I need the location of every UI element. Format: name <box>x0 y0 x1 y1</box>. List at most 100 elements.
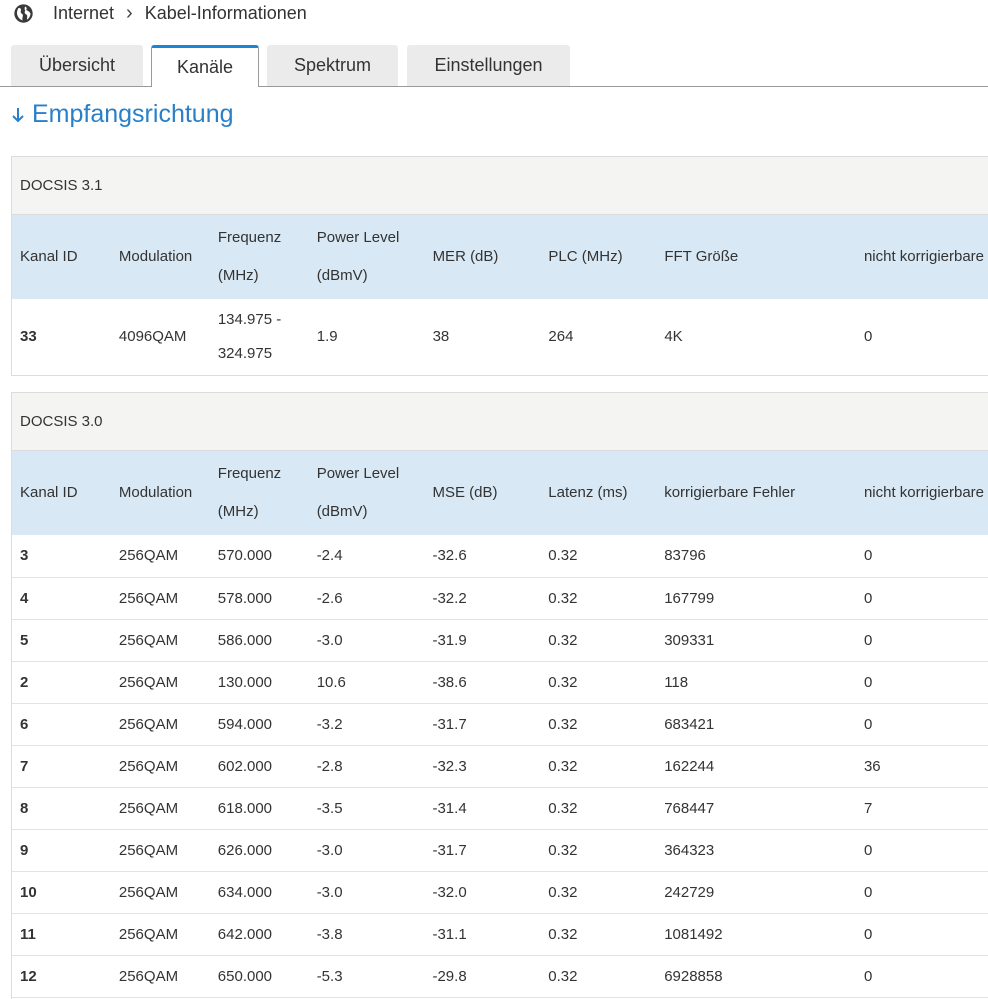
cell-modulation: 256QAM <box>110 871 210 914</box>
section-title: Empfangsrichtung <box>32 100 234 128</box>
cell-korrigierbar: 162244 <box>656 745 856 788</box>
tab-einstellungen[interactable]: Einstellungen <box>407 45 570 86</box>
column-header: MER (dB) <box>424 215 541 299</box>
cell-modulation: 4096QAM <box>110 299 210 375</box>
docsis31-table: Kanal ID Modulation Frequenz (MHz) Power… <box>12 215 988 375</box>
cell-nicht-korrigierbar: 0 <box>855 619 988 662</box>
tab-uebersicht[interactable]: Übersicht <box>11 45 143 86</box>
cell-korrigierbar: 309331 <box>656 619 856 662</box>
table-row: 10 256QAM 634.000 -3.0 -32.0 0.32 242729 0 <box>12 871 988 914</box>
section-empfangsrichtung[interactable]: Empfangsrichtung <box>11 100 234 129</box>
cell-latenz: 0.32 <box>540 871 657 914</box>
column-header: Kanal ID <box>12 215 111 299</box>
cell-modulation: 256QAM <box>110 745 210 788</box>
cell-mse: -31.9 <box>424 619 541 662</box>
breadcrumb-internet[interactable]: Internet <box>53 3 114 24</box>
table-row: 3 256QAM 570.000 -2.4 -32.6 0.32 83796 0 <box>12 535 988 578</box>
cell-frequenz: 594.000 <box>209 703 309 746</box>
cell-korrigierbar: 768447 <box>656 787 856 830</box>
cell-kanal-id: 6 <box>12 703 111 746</box>
column-header: Power Level (dBmV) <box>308 451 425 535</box>
cell-nicht-korrigierbar: 0 <box>855 955 988 998</box>
column-header: FFT Größe <box>656 215 856 299</box>
cell-modulation: 256QAM <box>110 829 210 872</box>
cell-nicht-korrigierbar: 7 <box>855 787 988 830</box>
column-header: nicht korrigierbare <box>855 215 988 299</box>
column-header: Modulation <box>110 215 210 299</box>
table-row: 9 256QAM 626.000 -3.0 -31.7 0.32 364323 0 <box>12 829 988 872</box>
docsis31-title: DOCSIS 3.1 <box>12 157 988 215</box>
cell-nicht-korrigierbar: 0 <box>855 829 988 872</box>
cell-mse: -32.2 <box>424 577 541 620</box>
tab-kanaele[interactable]: Kanäle <box>151 45 259 87</box>
cell-power-level: -3.8 <box>308 913 425 956</box>
cell-mse: -32.3 <box>424 745 541 788</box>
cell-power-level: -5.3 <box>308 955 425 998</box>
cell-frequenz: 618.000 <box>209 787 309 830</box>
cell-korrigierbar: 683421 <box>656 703 856 746</box>
cell-latenz: 0.32 <box>540 787 657 830</box>
cell-korrigierbar: 6928858 <box>656 955 856 998</box>
cell-mse: -32.6 <box>424 535 541 578</box>
cell-power-level: -2.6 <box>308 577 425 620</box>
cell-mse: -31.7 <box>424 703 541 746</box>
cell-frequenz: 578.000 <box>209 577 309 620</box>
cell-kanal-id: 3 <box>12 535 111 578</box>
cell-plc: 264 <box>540 299 657 375</box>
cell-kanal-id: 5 <box>12 619 111 662</box>
cell-mse: -38.6 <box>424 661 541 704</box>
chevron-right-icon: › <box>126 1 133 24</box>
column-header: Frequenz (MHz) <box>209 215 309 299</box>
cell-mse: -29.8 <box>424 955 541 998</box>
cell-power-level: -3.2 <box>308 703 425 746</box>
cell-frequenz: 586.000 <box>209 619 309 662</box>
table-row: 33 4096QAM 134.975 - 324.975 1.9 38 264 … <box>12 299 988 375</box>
arrow-down-icon <box>12 107 24 122</box>
cell-korrigierbar: 83796 <box>656 535 856 578</box>
cell-korrigierbar: 242729 <box>656 871 856 914</box>
cell-kanal-id: 10 <box>12 871 111 914</box>
cell-mse: -32.0 <box>424 871 541 914</box>
cell-nicht-korrigierbar: 0 <box>855 577 988 620</box>
column-header: Power Level (dBmV) <box>308 215 425 299</box>
cell-power-level: -3.5 <box>308 787 425 830</box>
cell-power-level: 1.9 <box>308 299 425 375</box>
column-header: PLC (MHz) <box>540 215 657 299</box>
cell-latenz: 0.32 <box>540 661 657 704</box>
cell-power-level: -3.0 <box>308 871 425 914</box>
cell-frequenz: 642.000 <box>209 913 309 956</box>
tab-spektrum[interactable]: Spektrum <box>267 45 398 86</box>
docsis30-panel: DOCSIS 3.0 Kanal ID Modulation Frequenz … <box>11 392 988 999</box>
cell-power-level: -3.0 <box>308 829 425 872</box>
table-row: 12 256QAM 650.000 -5.3 -29.8 0.32 6928858 0 <box>12 955 988 998</box>
cell-modulation: 256QAM <box>110 577 210 620</box>
column-header: korrigierbare Fehler <box>656 451 856 535</box>
cell-modulation: 256QAM <box>110 955 210 998</box>
cell-power-level: 10.6 <box>308 661 425 704</box>
cell-latenz: 0.32 <box>540 619 657 662</box>
cell-frequenz: 570.000 <box>209 535 309 578</box>
docsis31-panel: DOCSIS 3.1 Kanal ID Modulation Frequenz … <box>11 156 988 376</box>
column-header: Modulation <box>110 451 210 535</box>
column-header: Latenz (ms) <box>540 451 657 535</box>
cell-korrigierbar: 364323 <box>656 829 856 872</box>
docsis30-title: DOCSIS 3.0 <box>12 393 988 451</box>
cell-mse: -31.4 <box>424 787 541 830</box>
cell-kanal-id: 8 <box>12 787 111 830</box>
globe-icon <box>14 3 33 23</box>
cell-kanal-id: 9 <box>12 829 111 872</box>
cell-frequenz: 134.975 - 324.975 <box>209 299 309 375</box>
cell-nicht-korrigierbar: 0 <box>855 913 988 956</box>
table-row: 5 256QAM 586.000 -3.0 -31.9 0.32 309331 0 <box>12 619 988 662</box>
cell-modulation: 256QAM <box>110 619 210 662</box>
cell-latenz: 0.32 <box>540 913 657 956</box>
cell-frequenz: 626.000 <box>209 829 309 872</box>
cell-latenz: 0.32 <box>540 955 657 998</box>
column-header: Frequenz (MHz) <box>209 451 309 535</box>
cell-korrigierbar: 1081492 <box>656 913 856 956</box>
cell-modulation: 256QAM <box>110 913 210 956</box>
cell-modulation: 256QAM <box>110 535 210 578</box>
table-header-row: Kanal ID Modulation Frequenz (MHz) Power… <box>12 451 988 535</box>
table-row: 7 256QAM 602.000 -2.8 -32.3 0.32 162244 36 <box>12 745 988 788</box>
cell-modulation: 256QAM <box>110 661 210 704</box>
